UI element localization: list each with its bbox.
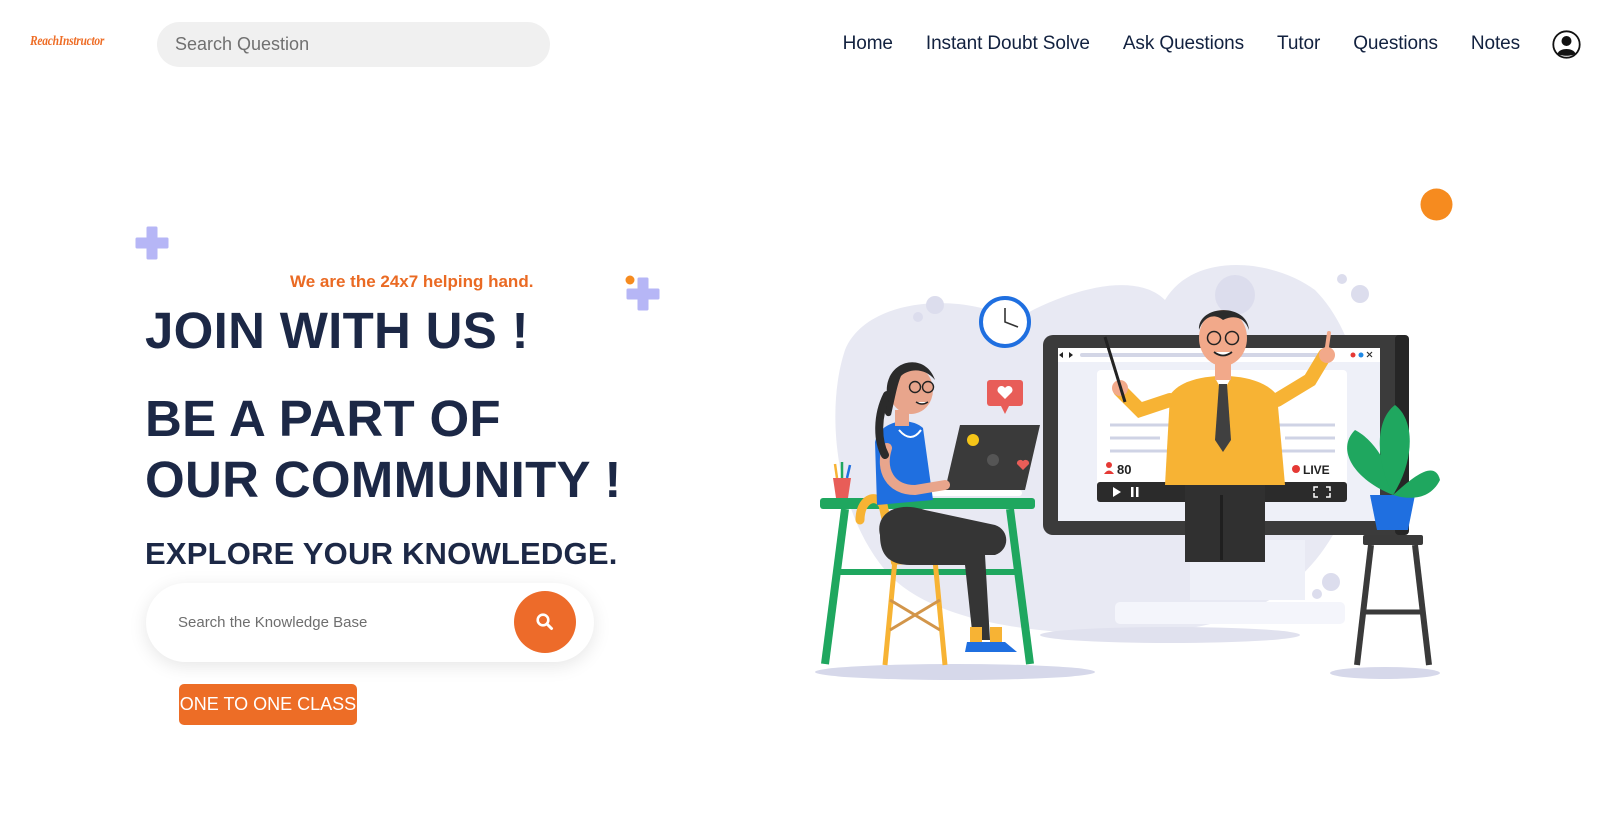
one-to-one-class-button[interactable]: ONE TO ONE CLASS [179,684,357,725]
nav-questions[interactable]: Questions [1353,33,1438,55]
hero-heading-join: JOIN WITH US ! [145,302,529,359]
live-label: LIVE [1303,463,1330,477]
knowledge-search-input[interactable] [178,605,498,639]
hero-subheading: EXPLORE YOUR KNOWLEDGE. [145,536,618,571]
nav-home[interactable]: Home [843,33,893,55]
main-nav: Home Instant Doubt Solve Ask Questions T… [843,33,1520,55]
knowledge-search-box [146,583,594,662]
site-logo[interactable]: ReachInstructor [30,34,104,50]
header-search-input[interactable] [157,22,550,67]
hero-heading-community: BE A PART OF OUR COMMUNITY ! [145,390,622,508]
viewer-count: 80 [1117,462,1131,477]
user-account-icon[interactable] [1552,30,1581,59]
nav-notes[interactable]: Notes [1471,33,1520,55]
search-icon [536,613,553,630]
plus-decoration-icon [135,226,169,260]
nav-instant-doubt-solve[interactable]: Instant Doubt Solve [926,33,1090,55]
hero-tagline: We are the 24x7 helping hand. [290,272,534,291]
online-tutoring-illustration: 80 LIVE [815,265,1440,680]
knowledge-search-button[interactable] [514,591,576,653]
dot-decoration-icon [625,275,635,285]
nav-ask-questions[interactable]: Ask Questions [1123,33,1244,55]
nav-tutor[interactable]: Tutor [1277,33,1320,55]
